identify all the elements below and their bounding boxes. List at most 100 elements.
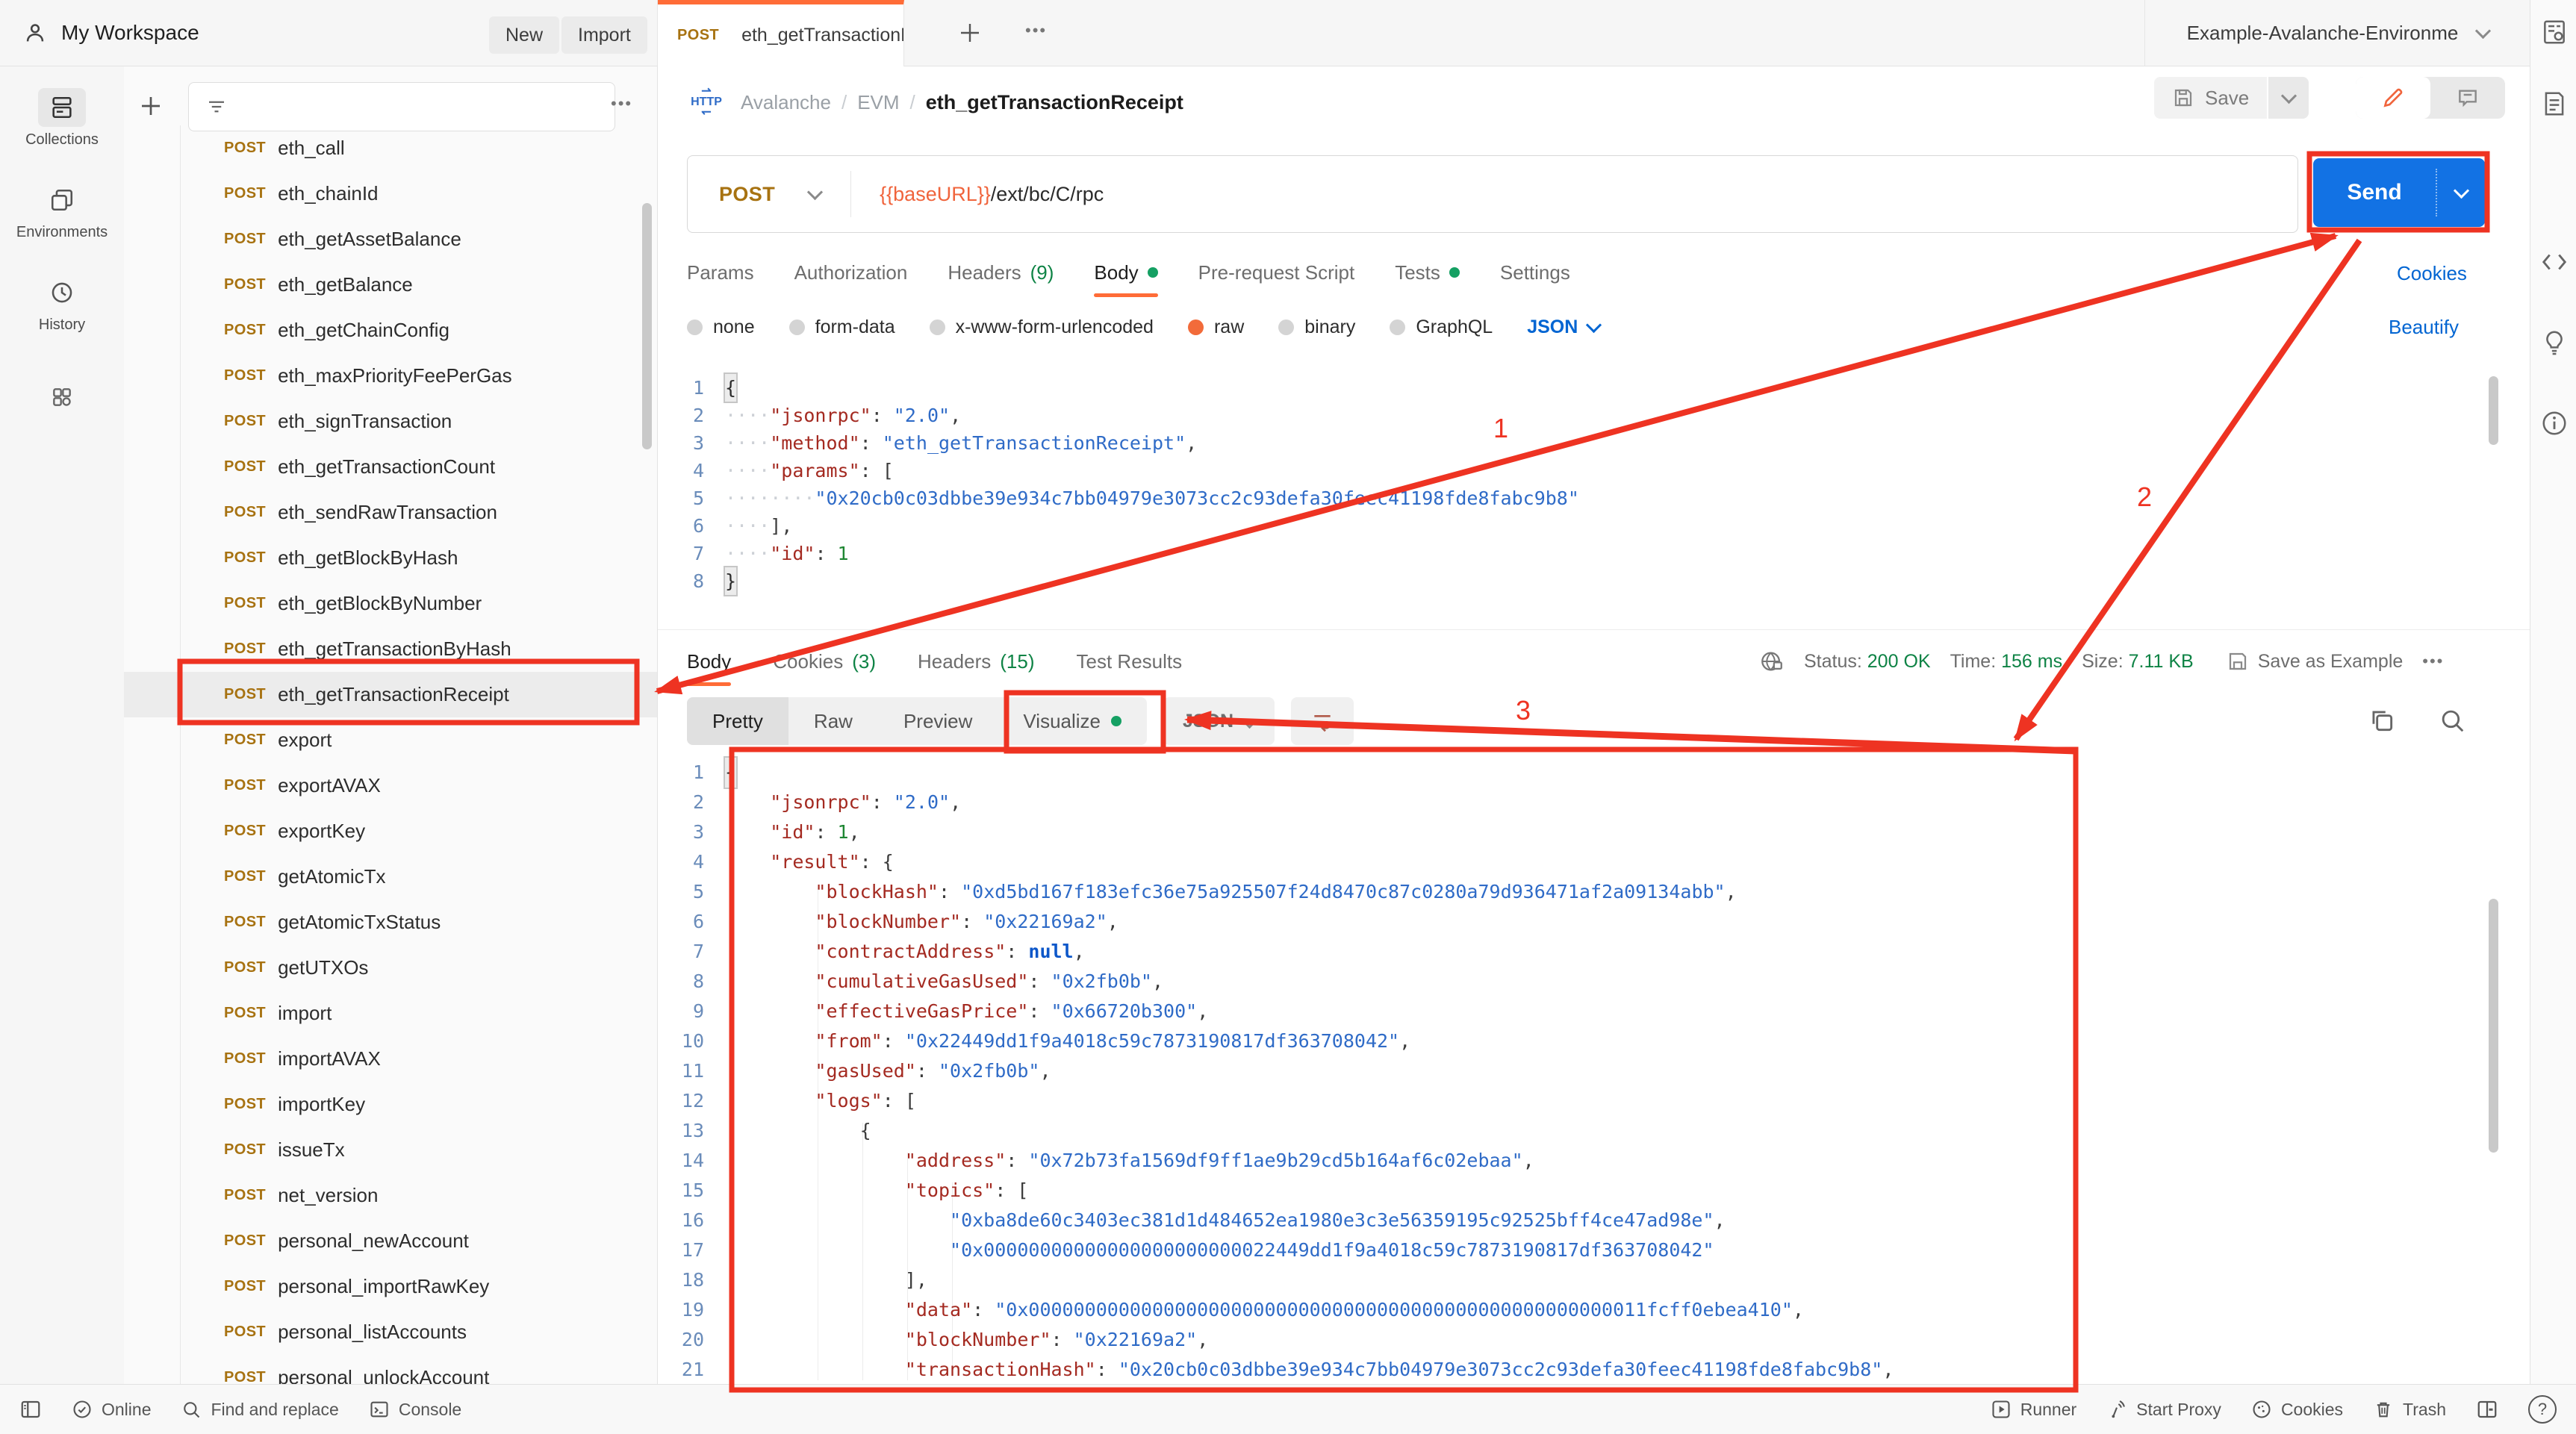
save-as-example-button[interactable]: Save as Example <box>2227 650 2403 673</box>
code-snippet-icon[interactable] <box>2540 248 2569 276</box>
edit-mode-button[interactable] <box>2356 77 2430 119</box>
body-mode-form-data[interactable]: form-data <box>788 317 895 338</box>
save-options-button[interactable] <box>2268 77 2309 119</box>
sidebar-item-eth_sendRawTransaction[interactable]: POST eth_sendRawTransaction <box>124 490 657 535</box>
help-button[interactable]: ? <box>2528 1395 2557 1424</box>
sidebar-item-getUTXOs[interactable]: POST getUTXOs <box>124 945 657 991</box>
response-tab-body[interactable]: Body <box>687 635 732 688</box>
comments-button[interactable] <box>2430 77 2505 119</box>
sidebar-item-importAVAX[interactable]: POST importAVAX <box>124 1036 657 1082</box>
response-tab-cookies[interactable]: Cookies (3) <box>773 635 876 688</box>
sidebar-item-importKey[interactable]: POST importKey <box>124 1082 657 1127</box>
toggle-panel-icon[interactable] <box>2476 1398 2498 1421</box>
request-editor-scrollbar[interactable] <box>2489 376 2498 445</box>
search-icon[interactable] <box>2438 706 2466 735</box>
request-tab-body[interactable]: Body <box>1094 246 1158 299</box>
documentation-icon[interactable] <box>2540 90 2569 118</box>
add-request-icon[interactable] <box>137 93 164 119</box>
send-button[interactable]: Send <box>2313 158 2485 227</box>
workspace-name[interactable]: My Workspace <box>61 21 199 45</box>
sidebar-item-personal_unlockAccount[interactable]: POST personal_unlockAccount <box>124 1355 657 1384</box>
sidebar-more-icon[interactable]: ••• <box>611 94 632 113</box>
rail-item-collections[interactable]: Collections <box>0 88 124 149</box>
cookies-link[interactable]: Cookies <box>2397 262 2467 285</box>
sidebar-filter-input[interactable] <box>188 82 615 131</box>
sidebar-item-eth_getTransactionReceipt[interactable]: POST eth_getTransactionReceipt <box>124 672 657 717</box>
sidebar-item-eth_maxPriorityFeePerGas[interactable]: POST eth_maxPriorityFeePerGas <box>124 353 657 399</box>
runner-button[interactable]: Runner <box>1991 1399 2076 1420</box>
body-mode-x-www-form-urlencoded[interactable]: x-www-form-urlencoded <box>929 317 1154 338</box>
sidebar-item-eth_getBlockByNumber[interactable]: POST eth_getBlockByNumber <box>124 581 657 626</box>
send-options-button[interactable] <box>2437 182 2485 199</box>
start-proxy-button[interactable]: Start Proxy <box>2106 1399 2221 1420</box>
response-view-raw[interactable]: Raw <box>788 697 878 745</box>
trash-button[interactable]: Trash <box>2373 1399 2446 1420</box>
response-tab-test-results[interactable]: Test Results <box>1077 635 1183 688</box>
breadcrumb-collection[interactable]: Avalanche <box>741 91 831 114</box>
sidebar-item-personal_listAccounts[interactable]: POST personal_listAccounts <box>124 1309 657 1355</box>
beautify-link[interactable]: Beautify <box>2389 316 2459 339</box>
response-scrollbar[interactable] <box>2489 899 2498 1153</box>
request-tab-authorization[interactable]: Authorization <box>794 246 908 299</box>
sidebar-item-eth_getBalance[interactable]: POST eth_getBalance <box>124 262 657 308</box>
sidebar-item-export[interactable]: POST export <box>124 717 657 763</box>
rail-item-more[interactable] <box>0 378 124 417</box>
sidebar-item-getAtomicTxStatus[interactable]: POST getAtomicTxStatus <box>124 900 657 945</box>
request-tab-pre-request-script[interactable]: Pre-request Script <box>1198 246 1355 299</box>
sidebar-item-eth_getAssetBalance[interactable]: POST eth_getAssetBalance <box>124 216 657 262</box>
sidebar-item-eth_signTransaction[interactable]: POST eth_signTransaction <box>124 399 657 444</box>
request-tab-params[interactable]: Params <box>687 246 754 299</box>
tab-eth-getTransactionReceipt[interactable]: POST eth_getTransactionRece <box>658 0 904 66</box>
breadcrumb-folder[interactable]: EVM <box>857 91 899 114</box>
body-mode-binary[interactable]: binary <box>1278 317 1355 338</box>
lightbulb-icon[interactable] <box>2540 328 2569 357</box>
sidebar-item-eth_call[interactable]: POST eth_call <box>124 125 657 171</box>
sidebar-item-eth_getTransactionCount[interactable]: POST eth_getTransactionCount <box>124 444 657 490</box>
environment-quick-look-icon[interactable] <box>2540 18 2569 46</box>
cookies-button[interactable]: Cookies <box>2251 1399 2343 1420</box>
url-input[interactable]: {{baseURL}}/ext/bc/C/rpc <box>880 183 1104 206</box>
request-tab-settings[interactable]: Settings <box>1500 246 1570 299</box>
response-view-preview[interactable]: Preview <box>878 697 998 745</box>
method-selector[interactable]: POST <box>719 183 775 206</box>
rail-item-history[interactable]: History <box>0 273 124 334</box>
tab-options-icon[interactable]: ••• <box>1025 21 1047 40</box>
info-icon[interactable] <box>2540 409 2569 437</box>
body-mode-raw[interactable]: raw <box>1187 317 1244 338</box>
new-button[interactable]: New <box>489 16 560 54</box>
find-and-replace[interactable]: Find and replace <box>181 1399 339 1420</box>
response-language-select[interactable]: JSON <box>1163 697 1275 745</box>
response-view-visualize[interactable]: Visualize <box>998 697 1147 745</box>
sidebar-item-getAtomicTx[interactable]: POST getAtomicTx <box>124 854 657 900</box>
body-mode-none[interactable]: none <box>687 317 755 338</box>
copy-icon[interactable] <box>2368 706 2396 735</box>
sidebar-item-eth_getTransactionByHash[interactable]: POST eth_getTransactionByHash <box>124 626 657 672</box>
toggle-sidebar-icon[interactable] <box>19 1398 42 1421</box>
network-icon[interactable] <box>1759 649 1785 674</box>
sidebar-item-personal_newAccount[interactable]: POST personal_newAccount <box>124 1218 657 1264</box>
url-bar[interactable]: POST {{baseURL}}/ext/bc/C/rpc <box>687 155 2298 233</box>
sidebar-item-eth_getBlockByHash[interactable]: POST eth_getBlockByHash <box>124 535 657 581</box>
sidebar-item-exportAVAX[interactable]: POST exportAVAX <box>124 763 657 808</box>
sidebar-item-net_version[interactable]: POST net_version <box>124 1173 657 1218</box>
import-button[interactable]: Import <box>561 16 647 54</box>
rail-item-environments[interactable]: Environments <box>0 181 124 241</box>
sidebar-scrollbar[interactable] <box>642 203 652 449</box>
request-language-select[interactable]: JSON <box>1527 317 1602 338</box>
environment-selector[interactable]: Example-Avalanche-Environme <box>2144 0 2530 66</box>
new-tab-icon[interactable] <box>956 19 983 46</box>
request-tab-headers[interactable]: Headers (9) <box>948 246 1054 299</box>
sidebar-item-eth_chainId[interactable]: POST eth_chainId <box>124 171 657 216</box>
sidebar-item-exportKey[interactable]: POST exportKey <box>124 808 657 854</box>
sidebar-item-issueTx[interactable]: POST issueTx <box>124 1127 657 1173</box>
sidebar-item-personal_importRawKey[interactable]: POST personal_importRawKey <box>124 1264 657 1309</box>
request-tab-tests[interactable]: Tests <box>1395 246 1460 299</box>
body-mode-GraphQL[interactable]: GraphQL <box>1390 317 1493 338</box>
online-status[interactable]: Online <box>72 1399 151 1420</box>
request-body-editor[interactable]: 1{2 ···· "jsonrpc": "2.0", 3 ···· "method": "… <box>670 372 1579 596</box>
console-button[interactable]: Console <box>369 1399 461 1420</box>
response-view-pretty[interactable]: Pretty <box>687 697 788 745</box>
response-body-viewer[interactable]: 1{2 "jsonrpc": "2.0", 3 "id": 1, 4 "result… <box>670 756 1894 1385</box>
response-tab-headers[interactable]: Headers (15) <box>918 635 1035 688</box>
sidebar-item-eth_getChainConfig[interactable]: POST eth_getChainConfig <box>124 308 657 353</box>
